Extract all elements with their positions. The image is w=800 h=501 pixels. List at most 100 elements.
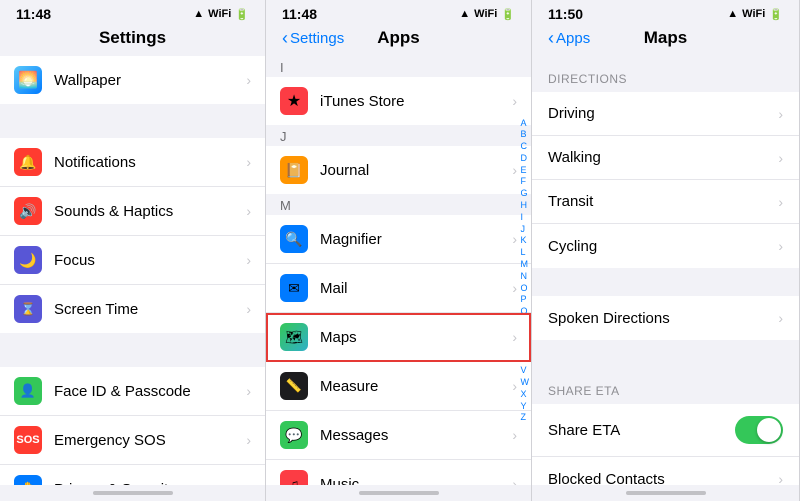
settings-item-notifications[interactable]: 🔔 Notifications › bbox=[0, 138, 265, 187]
directions-group: Driving › Walking › Transit › Cycling › bbox=[532, 92, 799, 268]
home-indicator-3 bbox=[532, 485, 799, 501]
maps-item-share-eta[interactable]: Share ETA bbox=[532, 404, 799, 457]
journal-icon: 📔 bbox=[280, 156, 308, 184]
time-1: 11:48 bbox=[16, 6, 51, 22]
maps-item-blocked-contacts[interactable]: Blocked Contacts › bbox=[532, 457, 799, 485]
maps-item-cycling[interactable]: Cycling › bbox=[532, 224, 799, 268]
messages-label: Messages bbox=[320, 427, 508, 444]
apps-title: Apps bbox=[377, 28, 420, 48]
apps-item-maps[interactable]: 🗺 Maps › bbox=[266, 313, 531, 362]
driving-label: Driving bbox=[548, 105, 778, 122]
measure-label: Measure bbox=[320, 378, 508, 395]
sounds-label: Sounds & Haptics bbox=[54, 203, 242, 220]
section-group-j: 📔 Journal › bbox=[266, 146, 531, 194]
maps-settings-list: DIRECTIONS Driving › Walking › Transit ›… bbox=[532, 56, 799, 485]
maps-panel: 11:50 ▲ WiFi 🔋 ‹ Apps Maps DIRECTIONS Dr… bbox=[532, 0, 800, 501]
nav-bar-2: ‹ Settings Apps bbox=[266, 26, 531, 56]
maps-label: Maps bbox=[320, 329, 508, 346]
music-label: Music bbox=[320, 476, 508, 486]
back-button-2[interactable]: ‹ Settings bbox=[282, 28, 344, 49]
focus-icon: 🌙 bbox=[14, 246, 42, 274]
status-icons-2: ▲ WiFi 🔋 bbox=[459, 8, 515, 21]
share-eta-section-title: SHARE ETA bbox=[532, 368, 799, 404]
section-group-m: 🔍 Magnifier › ✉ Mail › 🗺 Maps › 📏 Measur… bbox=[266, 215, 531, 485]
apps-item-itunes[interactable]: ★ iTunes Store › bbox=[266, 77, 531, 125]
share-eta-label: Share ETA bbox=[548, 422, 735, 439]
notifications-icon: 🔔 bbox=[14, 148, 42, 176]
alpha-index: A B C D E F G H I J K L M N O P Q R S T … bbox=[521, 118, 530, 424]
share-eta-toggle[interactable] bbox=[735, 416, 783, 444]
sos-icon: SOS bbox=[14, 426, 42, 454]
mail-icon: ✉ bbox=[280, 274, 308, 302]
apps-item-messages[interactable]: 💬 Messages › bbox=[266, 411, 531, 460]
faceid-icon: 👤 bbox=[14, 377, 42, 405]
journal-label: Journal bbox=[320, 162, 508, 179]
itunes-icon: ★ bbox=[280, 87, 308, 115]
itunes-label: iTunes Store bbox=[320, 93, 508, 110]
maps-item-walking[interactable]: Walking › bbox=[532, 136, 799, 180]
settings-item-wallpaper[interactable]: 🌅 Wallpaper › bbox=[0, 56, 265, 104]
walking-label: Walking bbox=[548, 149, 778, 166]
directions-section-title: DIRECTIONS bbox=[532, 56, 799, 92]
section-i: I bbox=[266, 56, 531, 77]
settings-item-focus[interactable]: 🌙 Focus › bbox=[0, 236, 265, 285]
settings-list-1: 🌅 Wallpaper › 🔔 Notifications › 🔊 Sounds… bbox=[0, 56, 265, 485]
settings-item-faceid[interactable]: 👤 Face ID & Passcode › bbox=[0, 367, 265, 416]
apps-item-music[interactable]: ♫ Music › bbox=[266, 460, 531, 485]
back-button-3[interactable]: ‹ Apps bbox=[548, 28, 590, 49]
status-bar-1: 11:48 ▲ WiFi 🔋 bbox=[0, 0, 265, 26]
magnifier-icon: 🔍 bbox=[280, 225, 308, 253]
screentime-icon: ⌛ bbox=[14, 295, 42, 323]
apps-panel: 11:48 ▲ WiFi 🔋 ‹ Settings Apps I ★ iTune… bbox=[266, 0, 532, 501]
transit-label: Transit bbox=[548, 193, 778, 210]
settings-item-sounds[interactable]: 🔊 Sounds & Haptics › bbox=[0, 187, 265, 236]
apps-item-journal[interactable]: 📔 Journal › bbox=[266, 146, 531, 194]
mail-label: Mail bbox=[320, 280, 508, 297]
wallpaper-icon: 🌅 bbox=[14, 66, 42, 94]
home-indicator-1 bbox=[0, 485, 265, 501]
time-3: 11:50 bbox=[548, 6, 583, 22]
apps-list: I ★ iTunes Store › J 📔 Journal › M 🔍 Mag… bbox=[266, 56, 531, 485]
apps-item-magnifier[interactable]: 🔍 Magnifier › bbox=[266, 215, 531, 264]
settings-item-privacy[interactable]: 🤚 Privacy & Security › bbox=[0, 465, 265, 485]
time-2: 11:48 bbox=[282, 6, 317, 22]
maps-icon: 🗺 bbox=[280, 323, 308, 351]
back-label-3: Apps bbox=[556, 30, 590, 47]
maps-item-driving[interactable]: Driving › bbox=[532, 92, 799, 136]
settings-title: Settings bbox=[99, 28, 166, 48]
wallpaper-label: Wallpaper bbox=[54, 72, 242, 89]
maps-item-spoken[interactable]: Spoken Directions › bbox=[532, 296, 799, 340]
section-group-2: 🔔 Notifications › 🔊 Sounds & Haptics › 🌙… bbox=[0, 138, 265, 333]
section-j: J bbox=[266, 125, 531, 146]
settings-item-screentime[interactable]: ⌛ Screen Time › bbox=[0, 285, 265, 333]
share-eta-group: Share ETA Blocked Contacts › bbox=[532, 404, 799, 485]
privacy-label: Privacy & Security bbox=[54, 481, 242, 486]
home-indicator-2 bbox=[266, 485, 531, 501]
sos-label: Emergency SOS bbox=[54, 432, 242, 449]
apps-item-mail[interactable]: ✉ Mail › bbox=[266, 264, 531, 313]
section-group-i: ★ iTunes Store › bbox=[266, 77, 531, 125]
status-bar-2: 11:48 ▲ WiFi 🔋 bbox=[266, 0, 531, 26]
music-icon: ♫ bbox=[280, 470, 308, 485]
settings-panel: 11:48 ▲ WiFi 🔋 Settings 🌅 Wallpaper › 🔔 … bbox=[0, 0, 266, 501]
sounds-icon: 🔊 bbox=[14, 197, 42, 225]
section-group-3: 👤 Face ID & Passcode › SOS Emergency SOS… bbox=[0, 367, 265, 485]
spoken-directions-group: Spoken Directions › bbox=[532, 296, 799, 340]
measure-icon: 📏 bbox=[280, 372, 308, 400]
cycling-label: Cycling bbox=[548, 238, 778, 255]
settings-item-sos[interactable]: SOS Emergency SOS › bbox=[0, 416, 265, 465]
privacy-icon: 🤚 bbox=[14, 475, 42, 485]
status-icons-3: ▲ WiFi 🔋 bbox=[727, 8, 783, 21]
apps-item-measure[interactable]: 📏 Measure › bbox=[266, 362, 531, 411]
spoken-label: Spoken Directions bbox=[548, 310, 778, 327]
messages-icon: 💬 bbox=[280, 421, 308, 449]
screentime-label: Screen Time bbox=[54, 301, 242, 318]
section-m: M bbox=[266, 194, 531, 215]
maps-item-transit[interactable]: Transit › bbox=[532, 180, 799, 224]
maps-title: Maps bbox=[644, 28, 687, 48]
status-bar-3: 11:50 ▲ WiFi 🔋 bbox=[532, 0, 799, 26]
faceid-label: Face ID & Passcode bbox=[54, 383, 242, 400]
section-group-1: 🌅 Wallpaper › bbox=[0, 56, 265, 104]
focus-label: Focus bbox=[54, 252, 242, 269]
nav-bar-3: ‹ Apps Maps bbox=[532, 26, 799, 56]
